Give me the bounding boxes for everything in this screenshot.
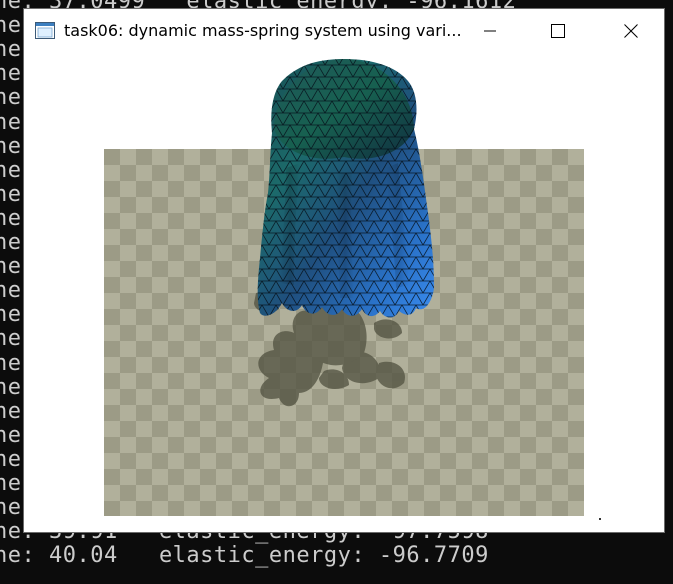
minimize-button[interactable]	[467, 9, 513, 53]
cloth-mesh	[257, 59, 434, 318]
pixel-dot	[599, 518, 601, 520]
close-icon	[624, 24, 638, 38]
app-window[interactable]: task06: dynamic mass-spring system using…	[24, 9, 664, 532]
maximize-icon	[551, 24, 565, 38]
window-title: task06: dynamic mass-spring system using…	[64, 21, 462, 40]
minimize-icon	[484, 30, 496, 32]
title-bar[interactable]: task06: dynamic mass-spring system using…	[24, 9, 664, 53]
opengl-viewport[interactable]	[24, 53, 664, 532]
close-button[interactable]	[608, 9, 654, 53]
console-line: ne: 40.04 elastic_energy: -96.7709	[0, 543, 489, 569]
maximize-button[interactable]	[535, 9, 581, 53]
app-icon	[35, 22, 55, 39]
